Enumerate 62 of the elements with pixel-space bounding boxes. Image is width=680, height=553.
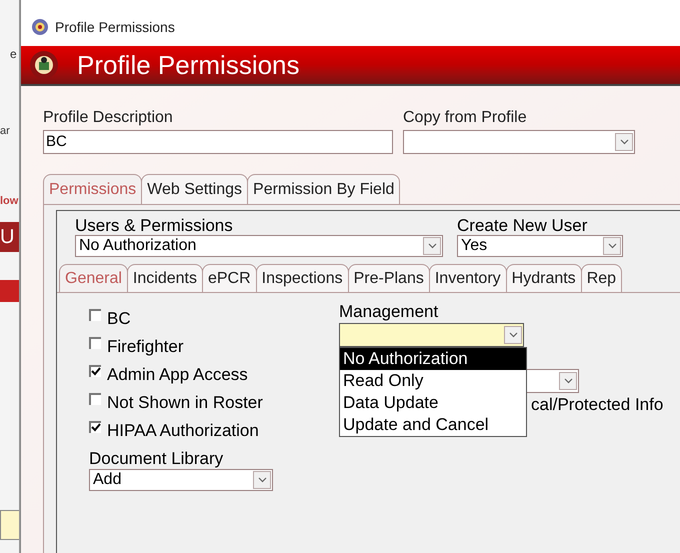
tab[interactable]: Pre-Plans: [348, 264, 430, 292]
tab[interactable]: Incidents: [126, 264, 203, 292]
field-label: Copy from Profile: [403, 108, 528, 128]
dropdown-button[interactable]: [559, 372, 577, 390]
field-label: cal/Protected Info: [531, 394, 664, 416]
dropdown-button[interactable]: [253, 471, 271, 489]
caret-icon: [564, 378, 572, 384]
check-icon: [91, 367, 101, 377]
checkbox[interactable]: Firefighter: [89, 333, 339, 361]
dropdown-option[interactable]: Read Only: [340, 370, 526, 392]
users-permissions-dropdown[interactable]: No Authorization: [75, 235, 443, 257]
field-label: Users & Permissions: [75, 217, 234, 235]
banner-title: Profile Permissions: [77, 48, 300, 82]
field-label: Management: [339, 301, 440, 323]
checkbox-box[interactable]: [89, 393, 101, 405]
field-label: Document Library: [89, 449, 224, 469]
window-text: ar: [0, 124, 10, 139]
create-user-dropdown[interactable]: Yes: [457, 235, 623, 257]
dropdown-button[interactable]: [504, 326, 522, 344]
document-library-dropdown[interactable]: Add: [89, 469, 273, 491]
emblem-icon: [31, 18, 49, 36]
checkbox[interactable]: HIPAA Authorization: [89, 417, 339, 445]
dropdown-option[interactable]: No Authorization: [340, 348, 526, 370]
check-icon: [91, 423, 101, 433]
dropdown-button[interactable]: [615, 133, 633, 151]
dropdown-option[interactable]: Data Update: [340, 392, 526, 414]
emblem-icon: [29, 50, 59, 80]
tab[interactable]: Hydrants: [506, 264, 582, 292]
caret-icon: [428, 243, 436, 249]
menu-bar: [0, 280, 19, 302]
checkbox[interactable]: Not Shown in Roster: [89, 389, 339, 417]
tab[interactable]: Inventory: [428, 264, 507, 292]
input-field[interactable]: BC: [43, 130, 393, 154]
checkbox-box[interactable]: [89, 365, 101, 377]
dropdown-button[interactable]: [423, 237, 441, 255]
checkbox-box[interactable]: [89, 421, 101, 433]
window-title: Profile Permissions: [55, 18, 175, 36]
management-dropdown[interactable]: [339, 323, 524, 347]
checkbox[interactable]: BC: [89, 305, 339, 333]
tab[interactable]: Permission By Field: [247, 174, 400, 204]
caret-icon: [258, 477, 266, 483]
dropdown-button[interactable]: [603, 237, 621, 255]
dropdown-option[interactable]: Update and Cancel: [340, 414, 526, 436]
dropdown-field[interactable]: [403, 130, 635, 154]
input-field[interactable]: [0, 510, 19, 540]
caret-icon: [620, 139, 628, 145]
field-label: Create New User: [457, 217, 588, 235]
tab[interactable]: Inspections: [256, 264, 349, 292]
checkbox-box[interactable]: [89, 309, 101, 321]
window-text: low: [0, 194, 18, 209]
checkbox-box[interactable]: [89, 337, 101, 349]
checkbox[interactable]: Admin App Access: [89, 361, 339, 389]
tab[interactable]: Permissions: [43, 174, 142, 204]
tab[interactable]: Web Settings: [141, 174, 248, 204]
tab[interactable]: ePCR: [202, 264, 257, 292]
window-text: e: [10, 46, 17, 63]
tab[interactable]: Rep: [580, 264, 622, 292]
field-label: Profile Description: [43, 108, 174, 128]
caret-icon: [608, 243, 616, 249]
caret-icon: [508, 332, 518, 338]
tab[interactable]: General: [59, 264, 128, 292]
header-bar: U: [0, 222, 19, 252]
